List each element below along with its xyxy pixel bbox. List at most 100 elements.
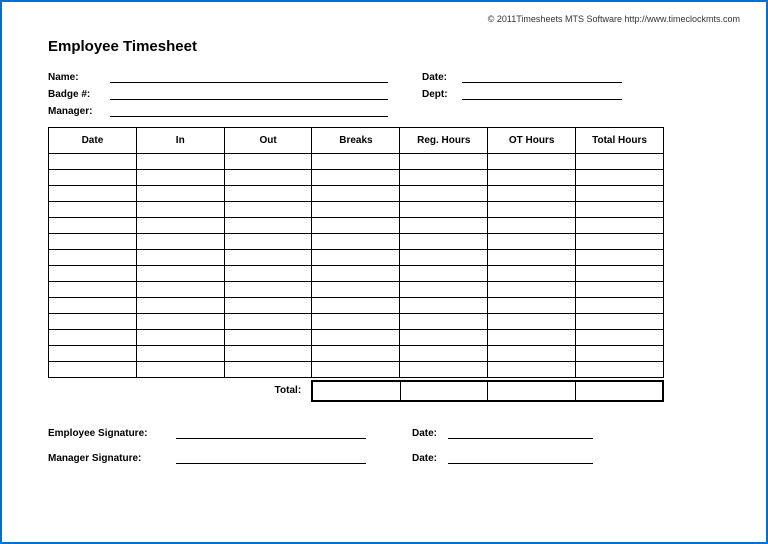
table-cell[interactable] xyxy=(224,170,312,186)
total-breaks[interactable] xyxy=(313,382,400,400)
table-cell[interactable] xyxy=(136,170,224,186)
table-cell[interactable] xyxy=(488,218,576,234)
table-cell[interactable] xyxy=(400,362,488,378)
table-cell[interactable] xyxy=(576,362,664,378)
table-cell[interactable] xyxy=(136,314,224,330)
table-cell[interactable] xyxy=(400,314,488,330)
table-cell[interactable] xyxy=(136,154,224,170)
table-cell[interactable] xyxy=(224,282,312,298)
table-cell[interactable] xyxy=(224,314,312,330)
table-cell[interactable] xyxy=(312,298,400,314)
table-cell[interactable] xyxy=(400,170,488,186)
table-cell[interactable] xyxy=(224,250,312,266)
table-cell[interactable] xyxy=(224,330,312,346)
table-cell[interactable] xyxy=(49,250,137,266)
table-cell[interactable] xyxy=(576,202,664,218)
table-cell[interactable] xyxy=(312,250,400,266)
table-cell[interactable] xyxy=(49,282,137,298)
table-cell[interactable] xyxy=(488,362,576,378)
total-ot-hours[interactable] xyxy=(488,382,575,400)
table-cell[interactable] xyxy=(576,346,664,362)
table-cell[interactable] xyxy=(49,170,137,186)
table-cell[interactable] xyxy=(576,234,664,250)
table-cell[interactable] xyxy=(136,330,224,346)
table-cell[interactable] xyxy=(488,266,576,282)
table-cell[interactable] xyxy=(400,250,488,266)
table-cell[interactable] xyxy=(576,218,664,234)
table-cell[interactable] xyxy=(136,346,224,362)
table-cell[interactable] xyxy=(312,202,400,218)
table-cell[interactable] xyxy=(49,346,137,362)
table-cell[interactable] xyxy=(488,282,576,298)
table-cell[interactable] xyxy=(312,154,400,170)
employee-signature-field[interactable] xyxy=(176,426,366,439)
table-cell[interactable] xyxy=(576,250,664,266)
table-cell[interactable] xyxy=(312,170,400,186)
table-cell[interactable] xyxy=(136,298,224,314)
table-cell[interactable] xyxy=(49,298,137,314)
table-cell[interactable] xyxy=(49,202,137,218)
table-cell[interactable] xyxy=(49,330,137,346)
date-field[interactable] xyxy=(462,69,622,83)
table-cell[interactable] xyxy=(576,154,664,170)
table-cell[interactable] xyxy=(576,170,664,186)
table-cell[interactable] xyxy=(576,314,664,330)
table-cell[interactable] xyxy=(49,234,137,250)
table-cell[interactable] xyxy=(224,362,312,378)
table-cell[interactable] xyxy=(224,202,312,218)
table-cell[interactable] xyxy=(312,282,400,298)
table-cell[interactable] xyxy=(49,362,137,378)
table-cell[interactable] xyxy=(312,234,400,250)
table-cell[interactable] xyxy=(136,234,224,250)
table-cell[interactable] xyxy=(400,266,488,282)
table-cell[interactable] xyxy=(312,314,400,330)
table-cell[interactable] xyxy=(400,154,488,170)
employee-sig-date-field[interactable] xyxy=(448,426,593,439)
total-reg-hours[interactable] xyxy=(401,382,488,400)
table-cell[interactable] xyxy=(312,186,400,202)
table-cell[interactable] xyxy=(576,330,664,346)
table-cell[interactable] xyxy=(224,186,312,202)
table-cell[interactable] xyxy=(136,218,224,234)
table-cell[interactable] xyxy=(49,266,137,282)
dept-field[interactable] xyxy=(462,86,622,100)
table-cell[interactable] xyxy=(224,346,312,362)
table-cell[interactable] xyxy=(49,314,137,330)
table-cell[interactable] xyxy=(312,346,400,362)
table-cell[interactable] xyxy=(136,250,224,266)
table-cell[interactable] xyxy=(312,330,400,346)
table-cell[interactable] xyxy=(400,218,488,234)
table-cell[interactable] xyxy=(488,330,576,346)
table-cell[interactable] xyxy=(488,346,576,362)
table-cell[interactable] xyxy=(136,186,224,202)
total-total-hours[interactable] xyxy=(576,382,662,400)
name-field[interactable] xyxy=(110,69,388,83)
table-cell[interactable] xyxy=(49,154,137,170)
table-cell[interactable] xyxy=(136,202,224,218)
manager-sig-date-field[interactable] xyxy=(448,451,593,464)
table-cell[interactable] xyxy=(576,282,664,298)
table-cell[interactable] xyxy=(312,362,400,378)
table-cell[interactable] xyxy=(488,314,576,330)
table-cell[interactable] xyxy=(488,202,576,218)
table-cell[interactable] xyxy=(488,234,576,250)
table-cell[interactable] xyxy=(576,298,664,314)
table-cell[interactable] xyxy=(136,362,224,378)
table-cell[interactable] xyxy=(49,218,137,234)
table-cell[interactable] xyxy=(400,234,488,250)
table-cell[interactable] xyxy=(488,298,576,314)
table-cell[interactable] xyxy=(488,186,576,202)
table-cell[interactable] xyxy=(136,266,224,282)
manager-field[interactable] xyxy=(110,103,388,117)
table-cell[interactable] xyxy=(224,266,312,282)
table-cell[interactable] xyxy=(576,186,664,202)
table-cell[interactable] xyxy=(400,282,488,298)
table-cell[interactable] xyxy=(312,266,400,282)
table-cell[interactable] xyxy=(576,266,664,282)
table-cell[interactable] xyxy=(488,154,576,170)
badge-field[interactable] xyxy=(110,86,388,100)
table-cell[interactable] xyxy=(312,218,400,234)
table-cell[interactable] xyxy=(224,154,312,170)
table-cell[interactable] xyxy=(400,186,488,202)
table-cell[interactable] xyxy=(488,170,576,186)
